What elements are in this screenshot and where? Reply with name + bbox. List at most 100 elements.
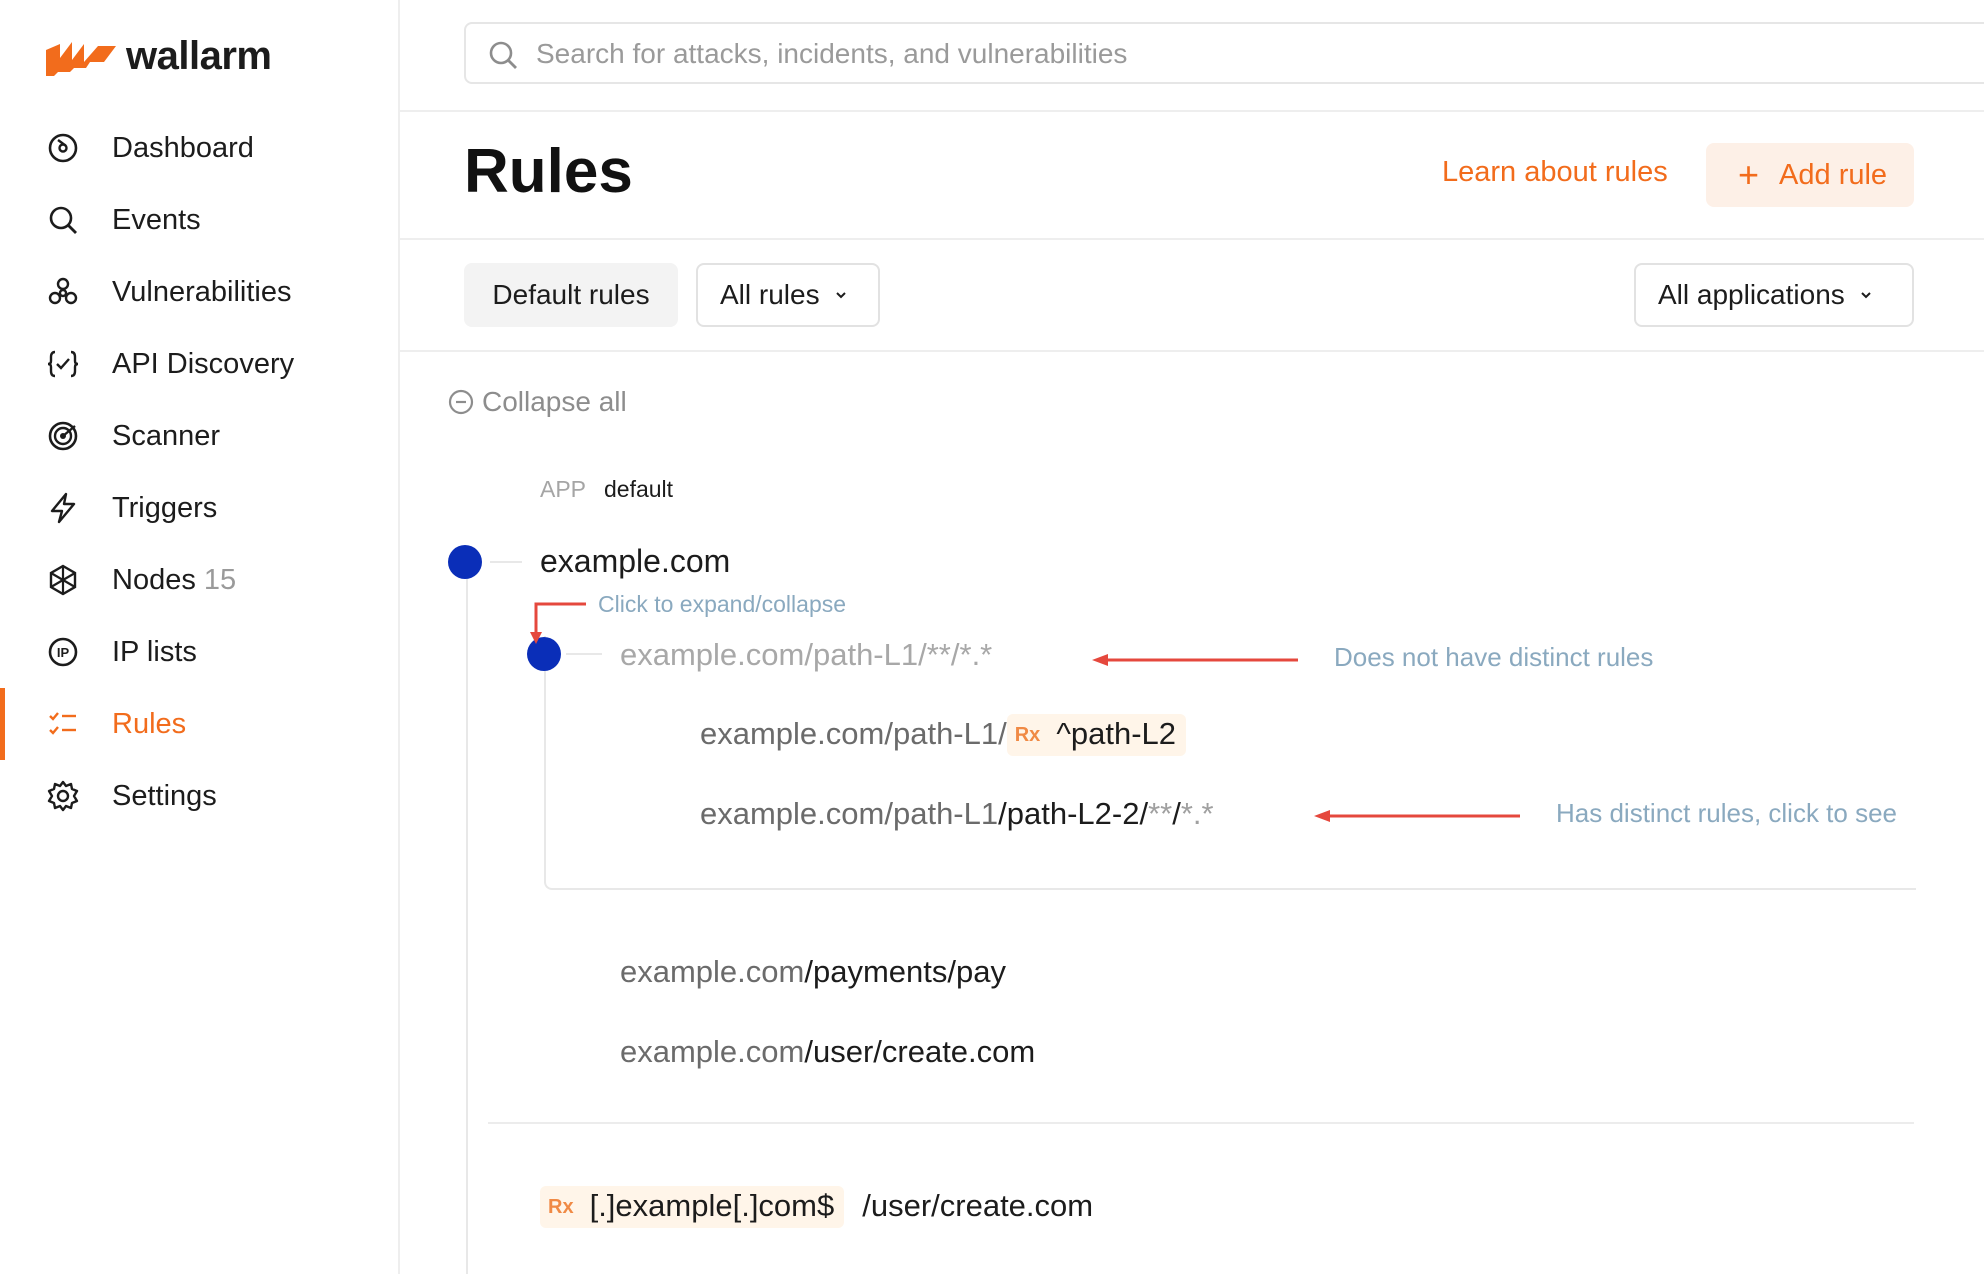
path-wildcard: *.* <box>1180 796 1214 831</box>
search-icon <box>49 206 77 234</box>
annotation-arrow-left <box>1314 810 1520 822</box>
page-title: Rules <box>464 137 633 206</box>
app-label: APP <box>540 476 587 502</box>
sidebar-item-label: Scanner <box>112 419 221 452</box>
api-braces-icon <box>47 350 79 378</box>
annotation-expand: Click to expand/collapse <box>598 591 847 617</box>
tree-connector <box>490 561 522 563</box>
biohazard-icon <box>48 277 78 305</box>
main-content: Rules Learn about rules + Add rule Defau… <box>400 0 1984 1274</box>
search-input[interactable] <box>534 32 1838 76</box>
annotation-arrow-left <box>1092 654 1298 666</box>
sidebar-item-label-text: Nodes <box>112 563 196 596</box>
divider <box>400 238 1984 240</box>
sidebar-item-ip-lists[interactable]: IP IP lists <box>0 616 398 688</box>
path-wildcard: ** <box>926 637 951 672</box>
divider <box>488 1122 1914 1124</box>
sidebar-item-label: Settings <box>112 779 217 812</box>
learn-about-rules-link[interactable]: Learn about rules <box>1442 156 1668 189</box>
collapse-icon <box>448 389 474 415</box>
wallarm-logo-icon <box>46 42 116 76</box>
path-segment: /user/create.com <box>804 1034 1036 1069</box>
domain-node[interactable]: example.com <box>540 543 730 580</box>
rules-filter-value: All rules <box>720 279 820 310</box>
child-path-node[interactable]: example.com/path-L1/Rx ^path-L2 <box>700 714 1186 756</box>
rules-filter-dropdown[interactable]: All rules <box>696 263 880 327</box>
path-segment: /path-L1/ <box>884 716 1007 751</box>
nodes-icon <box>49 564 77 596</box>
search-icon <box>489 41 517 69</box>
chevron-down-icon <box>1861 292 1871 299</box>
nodes-count-badge: 15 <box>203 563 237 596</box>
sidebar-nav: Dashboard Events Vulnerabilities API Dis… <box>0 112 398 832</box>
collapse-all-label: Collapse all <box>482 386 627 417</box>
applications-value: All applications <box>1658 279 1845 310</box>
child-path-node[interactable]: example.com/path-L1/path-L2-2/**/*.* <box>700 796 1214 832</box>
ip-icon: IP <box>48 637 78 667</box>
leaf-path-node[interactable]: example.com/user/create.com <box>620 1034 1035 1070</box>
path-domain: example.com <box>700 796 885 831</box>
divider <box>400 350 1984 352</box>
sidebar-item-label: Dashboard <box>112 131 254 164</box>
sidebar-item-settings[interactable]: Settings <box>0 760 398 832</box>
path-segment: /user/create.com <box>862 1188 1094 1223</box>
sidebar-item-dashboard[interactable]: Dashboard <box>0 112 398 184</box>
wallarm-logo[interactable]: wallarm <box>46 34 272 78</box>
path-slash: / <box>950 637 960 672</box>
sidebar-item-api-discovery[interactable]: API Discovery <box>0 328 398 400</box>
regex-tag: Rx <box>548 1196 574 1218</box>
tree-connector <box>566 653 602 655</box>
lightning-icon <box>50 492 76 524</box>
regex-domain-node[interactable]: Rx [.]example[.]com$ /user/create.com <box>540 1186 1093 1228</box>
path-wildcard: ** <box>1148 796 1173 831</box>
sidebar-item-label: Nodes 15 <box>112 564 236 597</box>
regex-chip: Rx ^path-L2 <box>1006 714 1186 756</box>
sidebar: wallarm Dashboard Events Vulnerabilities… <box>0 0 400 1274</box>
collapse-all-button[interactable]: Collapse all <box>448 386 627 418</box>
sidebar-item-triggers[interactable]: Triggers <box>0 472 398 544</box>
dashboard-icon <box>48 133 78 163</box>
gear-icon <box>47 780 79 812</box>
chevron-down-icon <box>835 292 846 299</box>
path-segment: /path-L1/ <box>804 637 927 672</box>
annotation-no-rules: Does not have distinct rules <box>1334 642 1654 672</box>
rules-icon <box>49 712 76 735</box>
path-slash: / <box>1172 796 1181 831</box>
path-wildcard: *.* <box>959 637 993 672</box>
svg-text:IP: IP <box>57 645 70 660</box>
sidebar-item-vulnerabilities[interactable]: Vulnerabilities <box>0 256 398 328</box>
applications-dropdown[interactable]: All applications <box>1634 263 1914 327</box>
radar-icon <box>48 421 78 451</box>
branch-path-node[interactable]: example.com/path-L1/**/*.* <box>620 637 992 673</box>
path-domain: example.com <box>620 637 805 672</box>
default-rules-button[interactable]: Default rules <box>464 263 678 327</box>
path-segment: /path-L1 <box>884 796 999 831</box>
sidebar-item-nodes[interactable]: Nodes 15 <box>0 544 398 616</box>
sidebar-item-events[interactable]: Events <box>0 184 398 256</box>
expanded-branch-box <box>544 636 1916 890</box>
sidebar-item-label: Rules <box>112 707 187 740</box>
sidebar-item-label: IP lists <box>112 635 197 668</box>
app-value: default <box>604 476 674 502</box>
global-search[interactable] <box>464 22 1984 84</box>
path-segment: /payments/pay <box>804 954 1006 989</box>
path-domain: example.com <box>700 716 885 751</box>
add-rule-button[interactable]: + Add rule <box>1706 143 1914 207</box>
path-segment: /path-L2-2/ <box>998 796 1149 831</box>
divider <box>400 110 1984 112</box>
regex-chip: Rx [.]example[.]com$ <box>540 1186 845 1228</box>
sidebar-item-scanner[interactable]: Scanner <box>0 400 398 472</box>
path-domain: example.com <box>620 1034 805 1069</box>
annotation-has-rules: Has distinct rules, click to see <box>1556 798 1898 828</box>
sidebar-item-label: API Discovery <box>112 347 295 380</box>
leaf-path-node[interactable]: example.com/payments/pay <box>620 954 1006 990</box>
sidebar-item-label: Vulnerabilities <box>112 275 292 308</box>
sidebar-item-label: Triggers <box>112 491 218 524</box>
path-domain: example.com <box>620 954 805 989</box>
domain-toggle-dot[interactable] <box>448 545 482 579</box>
plus-icon: + <box>1738 154 1760 195</box>
regex-value: [.]example[.]com$ <box>589 1188 835 1223</box>
tree-line <box>466 563 468 1274</box>
regex-tag: Rx <box>1014 724 1041 746</box>
sidebar-item-rules[interactable]: Rules <box>0 688 398 760</box>
